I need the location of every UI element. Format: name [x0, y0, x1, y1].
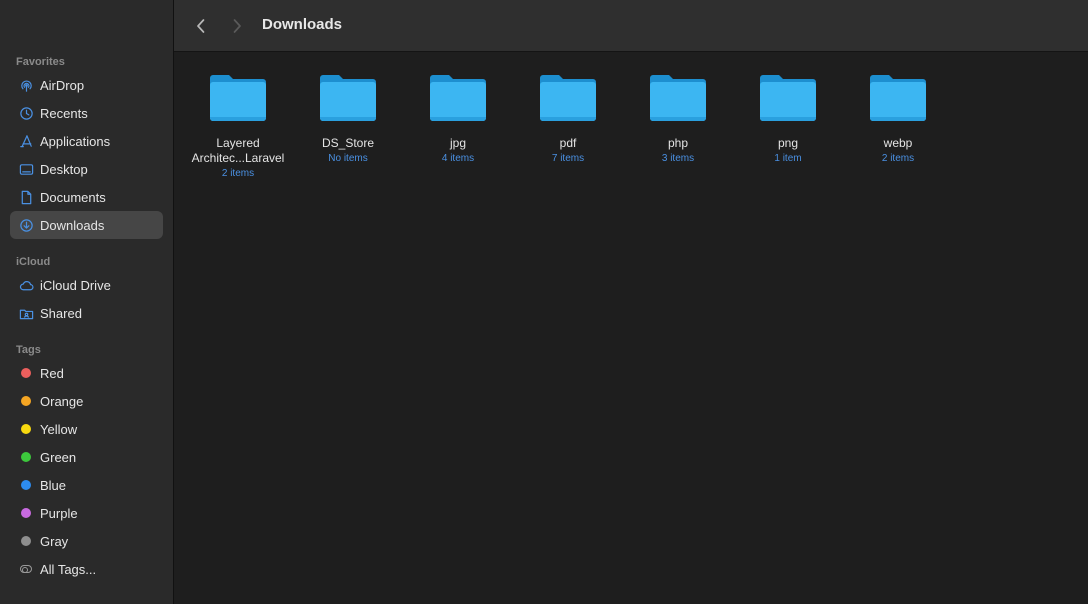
sidebar-item-documents[interactable]: Documents: [10, 183, 163, 211]
folder-name: png: [777, 136, 799, 150]
sidebar-item-downloads[interactable]: Downloads: [10, 211, 163, 239]
sidebar-item-label: iCloud Drive: [40, 277, 111, 293]
folder-icon: [760, 75, 816, 121]
sidebar-item-label: Shared: [40, 305, 82, 321]
tag-dot-icon: [21, 452, 31, 462]
folder-count: 1 item: [774, 153, 802, 164]
airdrop-icon: [18, 77, 34, 93]
tag-dot-icon: [21, 536, 31, 546]
tag-dot-icon: [21, 368, 31, 378]
sidebar-item-label: Applications: [40, 133, 111, 149]
sidebar-item-label: Downloads: [40, 217, 105, 233]
clock-icon: [18, 105, 34, 121]
sidebar-item-icloud-drive[interactable]: iCloud Drive: [10, 271, 163, 299]
finder-window: Favorites AirDrop Recents Applications D…: [0, 0, 1088, 604]
sidebar-item-label: Documents: [40, 189, 106, 205]
cloud-icon: [18, 277, 34, 293]
shared-folder-icon: [18, 305, 34, 321]
folder-item[interactable]: png 1 item: [733, 72, 843, 165]
main-content: Downloads Layered Architec...Laravel 2 i…: [174, 0, 1088, 604]
sidebar-tag-gray[interactable]: Gray: [10, 527, 163, 555]
download-icon: [18, 217, 34, 233]
sidebar-item-label: Orange: [40, 393, 84, 409]
sidebar-item-airdrop[interactable]: AirDrop: [10, 71, 163, 99]
applications-icon: [18, 133, 34, 149]
sidebar-item-label: Blue: [40, 477, 67, 493]
sidebar-tag-orange[interactable]: Orange: [10, 387, 163, 415]
folder-count: 7 items: [551, 153, 585, 164]
back-button[interactable]: [188, 14, 214, 38]
sidebar-item-recents[interactable]: Recents: [10, 99, 163, 127]
folder-icon: [210, 75, 266, 121]
desktop-icon: [18, 161, 34, 177]
forward-button[interactable]: [224, 14, 250, 38]
folder-item[interactable]: DS_Store No items: [293, 72, 403, 165]
sidebar-item-label: Yellow: [40, 421, 78, 437]
icloud-header: iCloud: [16, 256, 51, 268]
folder-item[interactable]: Layered Architec...Laravel 2 items: [183, 72, 293, 180]
tag-dot-icon: [21, 424, 31, 434]
folder-icon: [870, 75, 926, 121]
toolbar: Downloads: [174, 0, 1088, 52]
window-title: Downloads: [262, 16, 343, 33]
tag-dot-icon: [21, 396, 31, 406]
folder-name: DS_Store: [321, 136, 375, 150]
folder-name: webp: [883, 136, 913, 150]
document-icon: [18, 189, 34, 205]
sidebar-tag-blue[interactable]: Blue: [10, 471, 163, 499]
folder-count: No items: [328, 153, 368, 164]
sidebar-tag-green[interactable]: Green: [10, 443, 163, 471]
sidebar-item-label: Red: [40, 365, 64, 381]
folder-name: php: [667, 136, 689, 150]
tag-dot-icon: [21, 508, 31, 518]
sidebar-item-label: Recents: [40, 105, 88, 121]
folder-icon: [540, 75, 596, 121]
folder-count: 4 items: [441, 153, 475, 164]
sidebar-tag-red[interactable]: Red: [10, 359, 163, 387]
chevron-left-icon: [197, 19, 205, 33]
folder-name: jpg: [449, 136, 466, 150]
folder-icon: [320, 75, 376, 121]
sidebar-item-label: Gray: [40, 533, 69, 549]
sidebar-item-all-tags[interactable]: All Tags...: [10, 555, 163, 583]
sidebar-item-desktop[interactable]: Desktop: [10, 155, 163, 183]
tag-dot-icon: [21, 480, 31, 490]
folder-item[interactable]: jpg 4 items: [403, 72, 513, 165]
folder-count: 3 items: [661, 153, 695, 164]
sidebar-item-label: All Tags...: [40, 561, 97, 577]
sidebar-item-shared[interactable]: Shared: [10, 299, 163, 327]
favorites-header: Favorites: [16, 56, 65, 68]
sidebar-item-applications[interactable]: Applications: [10, 127, 163, 155]
folder-icon: [650, 75, 706, 121]
sidebar: Favorites AirDrop Recents Applications D…: [0, 0, 174, 604]
sidebar-item-label: Green: [40, 449, 77, 465]
sidebar-tag-purple[interactable]: Purple: [10, 499, 163, 527]
folder-icon: [430, 75, 486, 121]
all-tags-icon: [20, 565, 32, 573]
sidebar-item-label: Desktop: [40, 161, 88, 177]
folder-item[interactable]: webp 2 items: [843, 72, 953, 165]
file-grid: Layered Architec...Laravel 2 items DS_St…: [174, 52, 1088, 604]
folder-count: 2 items: [881, 153, 915, 164]
folder-count: 2 items: [221, 168, 255, 179]
sidebar-item-label: Purple: [40, 505, 78, 521]
folder-item[interactable]: pdf 7 items: [513, 72, 623, 165]
sidebar-tag-yellow[interactable]: Yellow: [10, 415, 163, 443]
chevron-right-icon: [233, 19, 241, 33]
tags-header: Tags: [16, 344, 41, 356]
sidebar-item-label: AirDrop: [40, 77, 85, 93]
folder-name: pdf: [559, 136, 577, 150]
folder-item[interactable]: php 3 items: [623, 72, 733, 165]
folder-name: Layered Architec...Laravel: [191, 136, 285, 165]
